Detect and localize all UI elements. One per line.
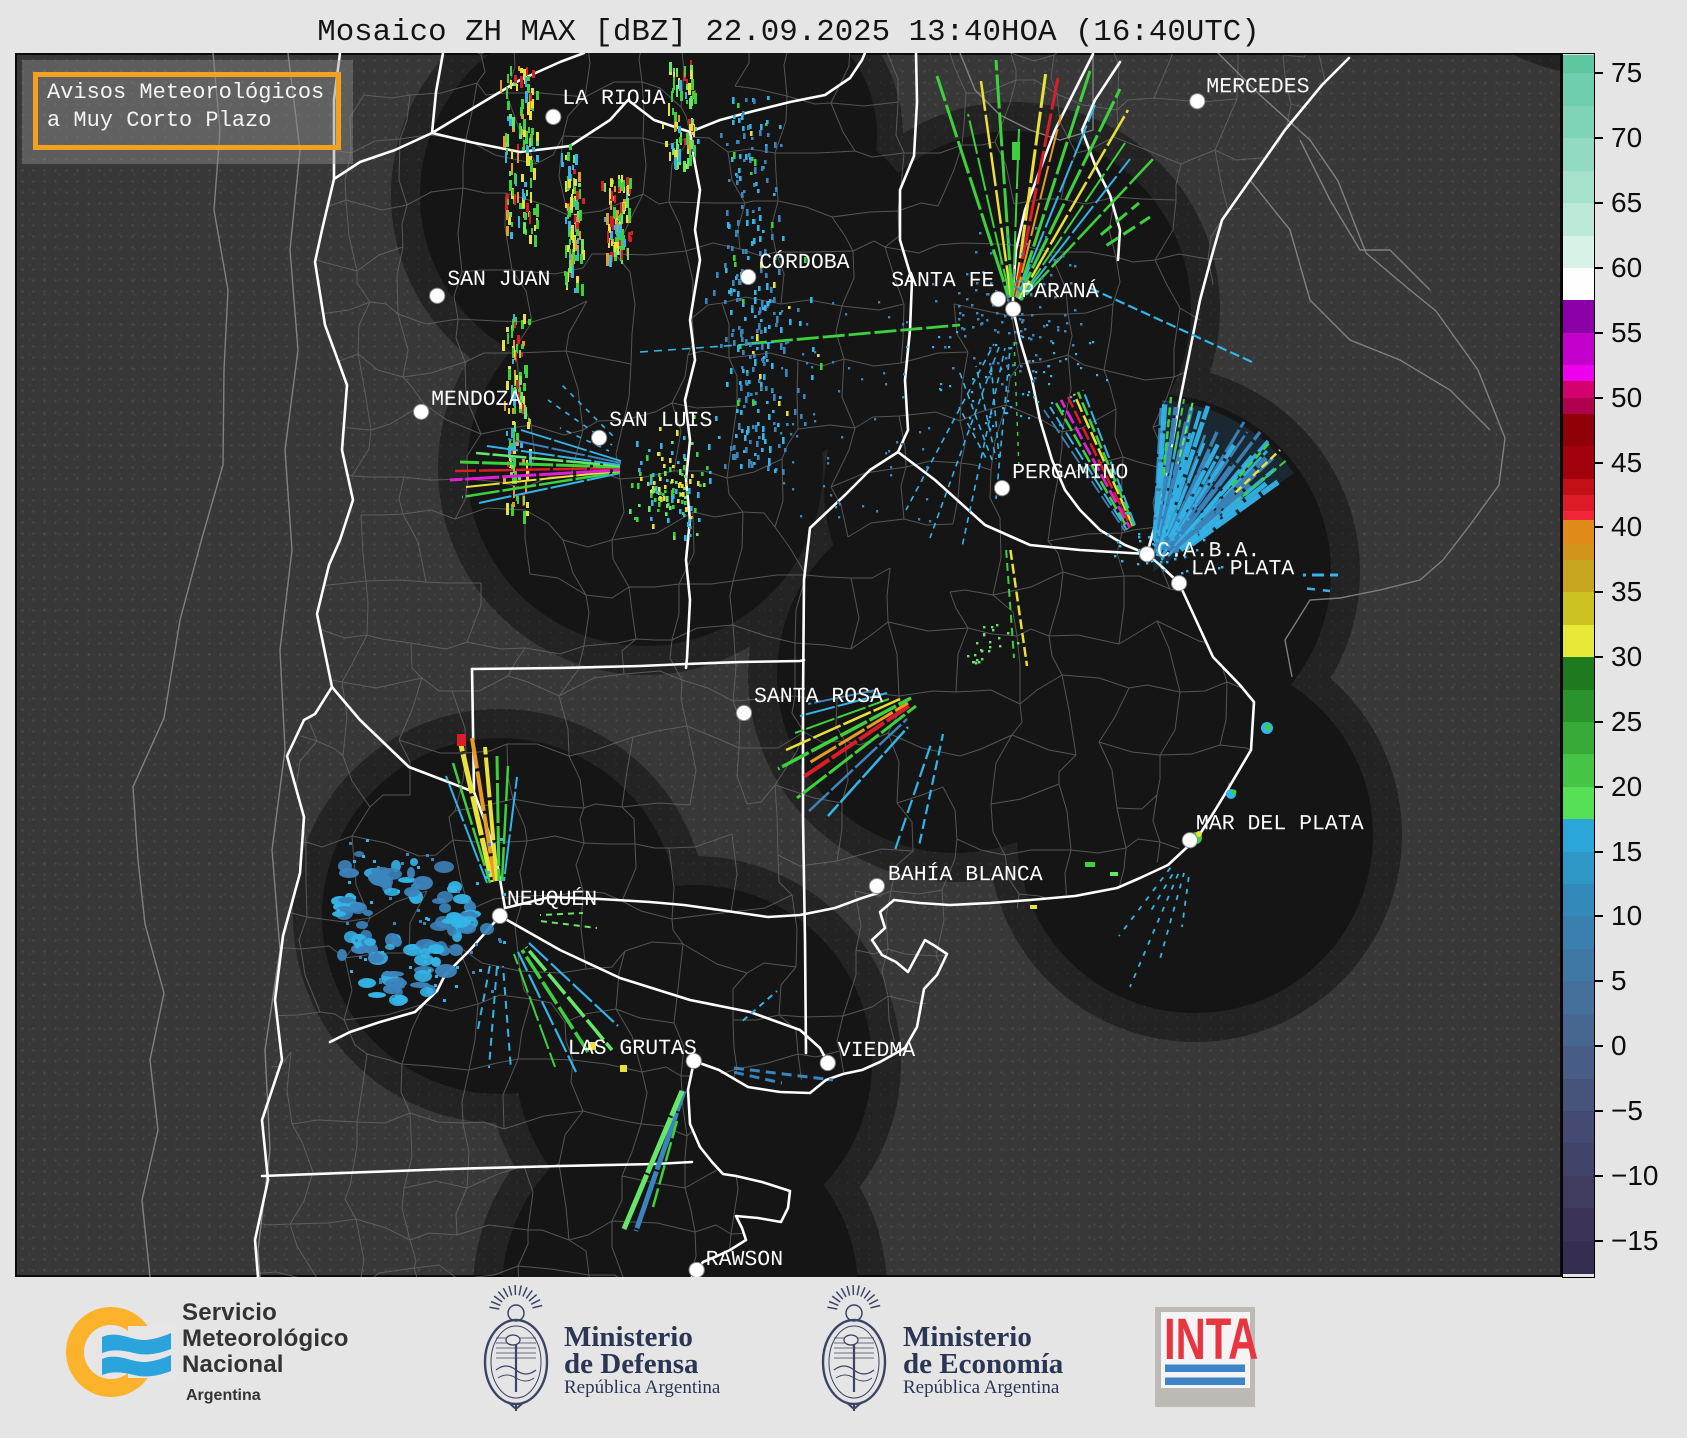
svg-text:INTA: INTA: [1164, 1306, 1258, 1371]
